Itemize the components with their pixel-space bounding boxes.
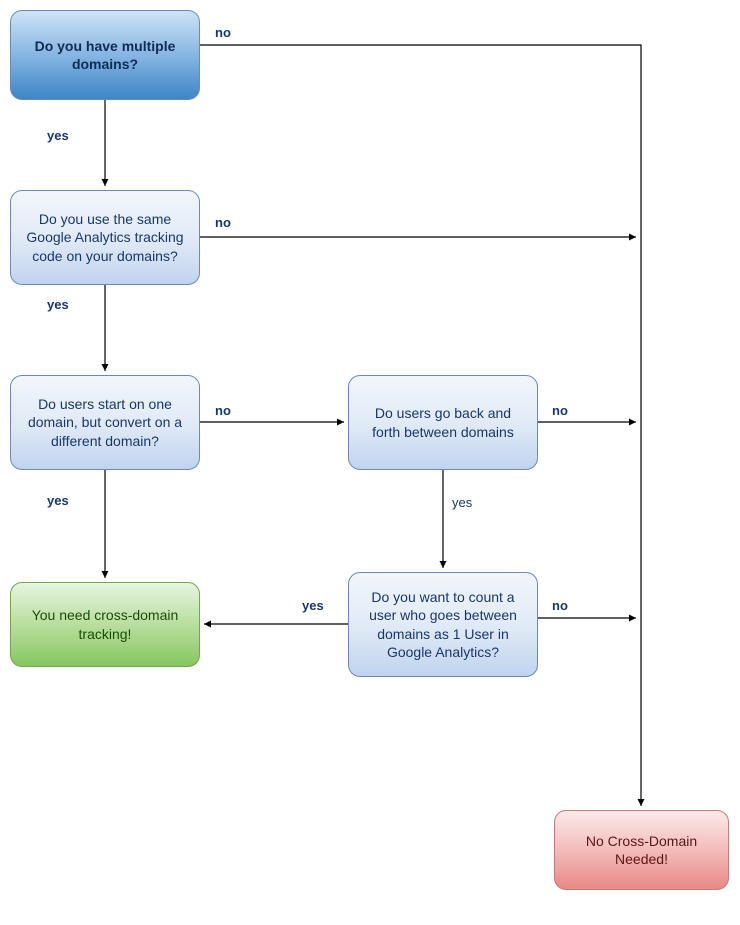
label-n4-no: no [550, 403, 570, 418]
node-text: Do users start on one domain, but conver… [21, 395, 189, 450]
node-back-and-forth: Do users go back and forth between domai… [348, 375, 538, 470]
label-n2-no: no [213, 215, 233, 230]
label-n3-yes: yes [45, 493, 71, 508]
node-text: Do you want to count a user who goes bet… [359, 588, 527, 661]
node-multiple-domains: Do you have multiple domains? [10, 10, 200, 100]
label-n5-no: no [550, 598, 570, 613]
node-no-cross-domain: No Cross-Domain Needed! [554, 810, 729, 890]
node-count-as-one-user: Do you want to count a user who goes bet… [348, 572, 538, 677]
node-need-cross-domain: You need cross-domain tracking! [10, 582, 200, 667]
label-n5-yes: yes [300, 598, 326, 613]
label-n1-yes: yes [45, 128, 71, 143]
node-text: No Cross-Domain Needed! [565, 832, 718, 868]
node-text: You need cross-domain tracking! [21, 606, 189, 642]
label-n2-yes: yes [45, 297, 71, 312]
node-text: Do you use the same Google Analytics tra… [21, 210, 189, 265]
node-text: Do you have multiple domains? [21, 37, 189, 73]
label-n1-no: no [213, 25, 233, 40]
node-same-tracking-code: Do you use the same Google Analytics tra… [10, 190, 200, 285]
label-n3-no: no [213, 403, 233, 418]
label-n4-yes: yes [450, 495, 474, 510]
node-text: Do users go back and forth between domai… [359, 404, 527, 440]
node-start-convert-diff: Do users start on one domain, but conver… [10, 375, 200, 470]
